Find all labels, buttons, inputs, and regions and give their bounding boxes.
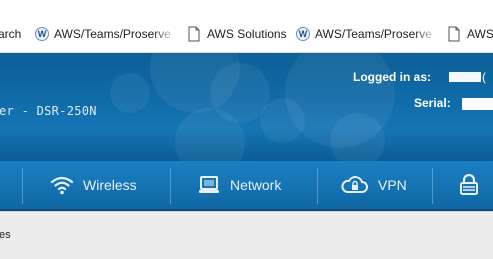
logged-in-label: Logged in as: — [353, 70, 431, 84]
nav-item-label: Wireless — [83, 177, 137, 193]
decorative-bubble — [330, 113, 385, 161]
decorative-bubble — [110, 73, 150, 113]
bookmark-aws[interactable]: AWS — [447, 23, 493, 45]
wiki-icon: W — [35, 27, 49, 41]
bookmark-aws-teams-proserve-1[interactable]: W AWS/Teams/Proserve — [35, 23, 177, 45]
wiki-icon: W — [296, 27, 310, 41]
cloud-lock-icon — [341, 176, 368, 193]
redacted-username — [449, 72, 481, 82]
bookmark-label: AWS Solutions — [207, 27, 287, 41]
bookmark-label: AWS/Teams/Proserve — [54, 27, 171, 41]
nav-item-network[interactable]: Network — [199, 161, 281, 209]
page-icon — [188, 26, 200, 42]
bookmark-aws-solutions[interactable]: AWS Solutions — [187, 23, 287, 45]
nav-divider — [317, 168, 318, 204]
nav-item-wireless[interactable]: Wireless — [50, 161, 137, 209]
nav-divider — [22, 168, 23, 204]
monitor-icon — [199, 176, 219, 193]
nav-item-label: VPN — [378, 177, 407, 193]
bookmark-search[interactable]: arch — [0, 23, 21, 45]
lock-icon — [460, 174, 478, 195]
bookmark-label: AWS — [467, 27, 493, 41]
nav-divider — [170, 168, 171, 204]
decorative-bubble — [260, 98, 305, 143]
bookmark-label: arch — [0, 27, 22, 41]
device-model-title: er - DSR-250N — [0, 104, 97, 118]
bookmark-aws-teams-proserve-2[interactable]: W AWS/Teams/Proserve — [296, 23, 438, 45]
main-nav-bar: Wireless Network VPN — [0, 161, 493, 211]
page-icon — [448, 26, 460, 42]
sub-menu-bar: es — [0, 211, 493, 259]
serial-label: Serial: — [414, 96, 451, 110]
logged-in-tail: ( — [482, 70, 486, 84]
wifi-icon — [50, 176, 74, 195]
bookmark-label: AWS/Teams/Proserve — [315, 27, 432, 41]
redacted-serial — [462, 98, 493, 110]
bookmarks-bar: arch W AWS/Teams/Proserve AWS Solutions … — [0, 0, 493, 53]
nav-item-label: Network — [230, 177, 282, 193]
sub-menu-item[interactable]: es — [0, 229, 11, 241]
nav-item-vpn[interactable]: VPN — [341, 161, 407, 209]
nav-item-security[interactable] — [459, 161, 488, 209]
router-header-banner: er - DSR-250N Logged in as: ( Serial: — [0, 53, 493, 161]
nav-divider — [432, 168, 433, 204]
